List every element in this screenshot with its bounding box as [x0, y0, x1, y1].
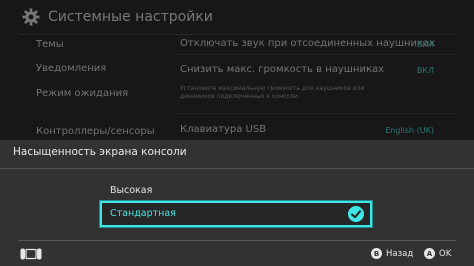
- a-button-icon: A: [424, 248, 435, 259]
- console-icon: [20, 248, 42, 260]
- b-button-icon: B: [371, 248, 382, 259]
- ok-button[interactable]: A OK: [424, 248, 451, 259]
- checkmark-icon: [348, 206, 364, 222]
- option-standard-label: Стандартная: [110, 208, 176, 219]
- footer-divider: [18, 240, 456, 241]
- dialog-title: Насыщенность экрана консоли: [13, 146, 187, 158]
- option-standard[interactable]: Стандартная: [102, 203, 370, 225]
- option-high[interactable]: Высокая: [102, 180, 370, 203]
- option-high-label: Высокая: [110, 185, 153, 196]
- back-button-label: Назад: [386, 248, 414, 259]
- ok-button-label: OK: [439, 248, 452, 259]
- dialog-divider: [0, 168, 474, 169]
- back-button[interactable]: B Назад: [371, 248, 413, 259]
